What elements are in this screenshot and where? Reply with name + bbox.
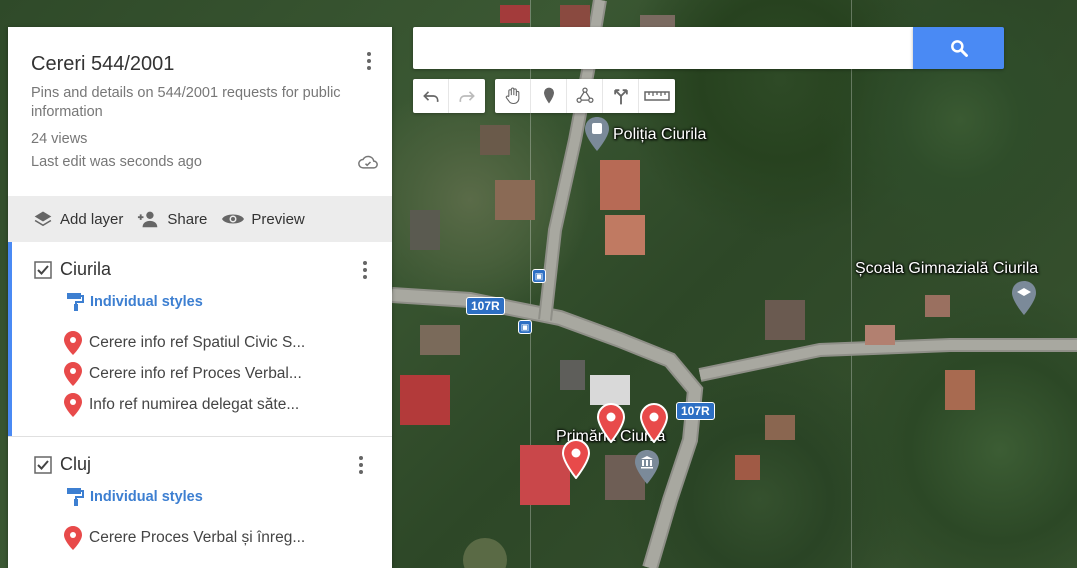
search-icon	[950, 40, 968, 57]
add-layer-button[interactable]: Add layer	[32, 209, 123, 229]
paint-roller-icon	[67, 293, 84, 311]
redo-button[interactable]	[449, 79, 485, 113]
undo-icon	[422, 91, 438, 102]
townhall-poi-icon[interactable]	[635, 450, 659, 484]
share-button[interactable]: Share	[137, 209, 207, 229]
route-shield: 107R	[676, 402, 715, 420]
history-toolbar	[413, 79, 485, 113]
layer-options-menu-icon[interactable]	[357, 258, 373, 282]
red-marker-icon[interactable]	[597, 403, 625, 443]
panel-actions-bar: Add layer Share Preview	[8, 196, 392, 242]
add-person-icon	[138, 211, 158, 228]
layer-header: Ciurila	[34, 259, 111, 280]
cloud-saved-icon	[358, 155, 378, 169]
school-poi-icon[interactable]	[1012, 281, 1036, 315]
drawing-toolbar	[495, 79, 675, 113]
layer-name[interactable]: Ciurila	[60, 259, 111, 280]
styles-label: Individual styles	[90, 294, 203, 310]
route-shield: 107R	[466, 297, 505, 315]
undo-button[interactable]	[413, 79, 449, 113]
last-edit-status: Last edit was seconds ago	[31, 154, 202, 170]
item-label: Cerere info ref Spatiul Civic S...	[89, 334, 306, 351]
checkbox-checked-icon[interactable]	[34, 260, 52, 279]
layer-header: Cluj	[34, 454, 91, 475]
red-marker-icon[interactable]	[562, 439, 590, 479]
list-item[interactable]: Cerere info ref Proces Verbal...	[64, 362, 302, 386]
map-title[interactable]: Cereri 544/2001	[31, 53, 174, 76]
layer-ciurila: Ciurila Individual styles Cerere info re…	[8, 242, 392, 436]
marker-icon	[543, 87, 554, 104]
view-count: 24 views	[31, 131, 88, 147]
layers-icon	[34, 211, 52, 227]
add-marker-button[interactable]	[531, 79, 567, 113]
checkbox-checked-icon[interactable]	[34, 455, 52, 474]
layer-options-menu-icon[interactable]	[353, 453, 369, 477]
directions-icon	[613, 89, 628, 105]
map-options-menu-icon[interactable]	[361, 49, 377, 73]
item-label: Info ref numirea delegat săte...	[89, 396, 300, 413]
search-button[interactable]	[913, 27, 1004, 69]
item-label: Cerere info ref Proces Verbal...	[89, 365, 302, 382]
red-marker-icon	[64, 362, 82, 386]
bus-stop-icon[interactable]: ▣	[518, 320, 532, 334]
list-item[interactable]: Cerere info ref Spatiul Civic S...	[64, 331, 305, 355]
search-input[interactable]	[413, 27, 913, 69]
map-legend-panel: Cereri 544/2001 Pins and details on 544/…	[8, 27, 392, 568]
directions-button[interactable]	[603, 79, 639, 113]
ruler-icon	[644, 91, 670, 101]
redo-icon	[459, 91, 475, 102]
share-label: Share	[167, 210, 208, 228]
preview-button[interactable]: Preview	[221, 210, 305, 228]
draw-line-icon	[575, 87, 594, 103]
pan-tool-button[interactable]	[495, 79, 531, 113]
police-poi-icon[interactable]	[585, 117, 609, 151]
bus-stop-icon[interactable]: ▣	[532, 269, 546, 283]
school-label[interactable]: Școala Gimnazială Ciurila	[855, 260, 1038, 278]
layer-cluj: Cluj Individual styles Cerere Proces Ver…	[8, 437, 392, 568]
red-marker-icon	[64, 526, 82, 550]
red-marker-icon	[64, 331, 82, 355]
red-marker-icon[interactable]	[640, 403, 668, 443]
list-item[interactable]: Cerere Proces Verbal și înreg...	[64, 526, 305, 550]
item-label: Cerere Proces Verbal și înreg...	[89, 529, 306, 546]
preview-label: Preview	[251, 210, 305, 228]
red-marker-icon	[64, 393, 82, 417]
draw-line-button[interactable]	[567, 79, 603, 113]
layer-name[interactable]: Cluj	[60, 454, 91, 475]
list-item[interactable]: Info ref numirea delegat săte...	[64, 393, 299, 417]
map-description[interactable]: Pins and details on 544/2001 requests fo…	[31, 84, 371, 122]
individual-styles-link[interactable]: Individual styles	[66, 292, 203, 312]
measure-button[interactable]	[639, 79, 675, 113]
paint-roller-icon	[67, 488, 84, 506]
eye-icon	[222, 214, 245, 224]
styles-label: Individual styles	[90, 489, 203, 505]
add-layer-label: Add layer	[60, 210, 124, 228]
police-label[interactable]: Poliția Ciurila	[613, 126, 706, 144]
hand-icon	[505, 87, 519, 105]
individual-styles-link[interactable]: Individual styles	[66, 487, 203, 507]
